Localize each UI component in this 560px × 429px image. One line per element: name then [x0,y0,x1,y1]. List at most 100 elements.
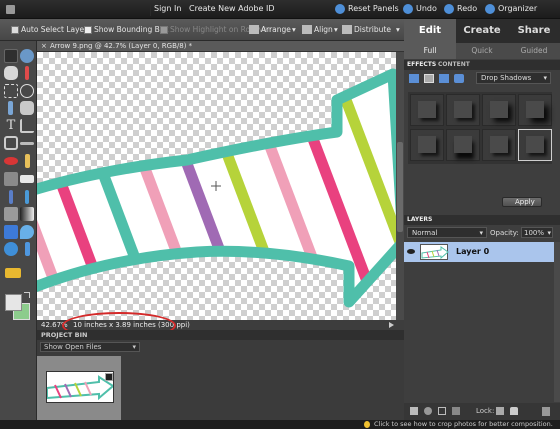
thumbnail-arrow [47,375,113,401]
subtab-guided[interactable]: Guided [508,43,560,59]
crop-tool-icon[interactable] [20,119,34,133]
smart-brush-tool-icon[interactable] [25,190,29,204]
apply-button[interactable]: Apply [502,197,542,207]
lock-label: Lock: [476,407,495,415]
redo-icon[interactable] [444,4,454,14]
create-adobe-id-link[interactable]: Create New Adobe ID [189,4,274,13]
eraser-tool-icon[interactable] [20,175,34,183]
distribute-icon[interactable] [342,25,352,34]
tab-content[interactable]: CONTENT [438,61,470,68]
tab-create[interactable]: Create [456,19,508,43]
tab-effects[interactable]: EFFECTS [407,61,436,68]
effect-thumb-3[interactable] [482,94,516,126]
tip-text[interactable]: Click to see how to crop photos for bett… [374,420,553,428]
mask-icon[interactable] [452,407,460,415]
blur-tool-icon[interactable] [20,225,34,239]
eyedropper-tool-icon[interactable] [25,66,29,80]
sign-in-link[interactable]: Sign In [154,4,181,13]
quick-selection-tool-icon[interactable] [20,101,34,115]
effect-thumb-8-selected[interactable] [518,129,552,161]
swap-colors-icon[interactable] [24,292,30,298]
layers-title: LAYERS [407,216,433,223]
highlight-rollover-checkbox[interactable] [160,26,168,34]
opacity-field[interactable]: 100% ▾ [521,227,553,238]
cookie-cutter-tool-icon[interactable] [4,136,18,150]
lasso-tool-icon[interactable] [20,84,34,98]
brush-tool-icon[interactable] [9,190,13,204]
effect-thumb-6[interactable] [446,129,480,161]
show-open-files-dropdown[interactable]: Show Open Files ▾ [40,342,140,352]
clone-stamp-tool-icon[interactable] [4,172,18,186]
straighten-tool-icon[interactable] [20,142,34,145]
document-tab[interactable]: × Arrow 9.png @ 42.7% (Layer 0, RGB/8) * [37,41,404,52]
effects-photo-icon[interactable] [439,74,449,83]
move-tool-icon[interactable] [4,49,18,63]
blend-mode-dropdown[interactable]: Normal ▾ [407,227,487,238]
type-tool-icon[interactable]: T [4,119,18,133]
layer-name[interactable]: Layer 0 [456,247,489,256]
visibility-eye-icon[interactable] [407,249,415,254]
gradient-tool-icon[interactable] [20,207,34,221]
subtab-quick[interactable]: Quick [456,43,508,59]
tool-options-bar: Auto Select Layer Show Bounding Box Show… [0,19,404,41]
tip-bar: Click to see how to crop photos for bett… [0,420,560,429]
healing-brush-tool-icon[interactable] [25,154,30,168]
effects-all-icon[interactable] [454,74,464,83]
organizer-icon[interactable] [485,4,495,14]
open-file-thumbnail[interactable] [46,371,114,403]
lock-transparent-icon[interactable] [496,407,504,415]
project-bin-header[interactable]: PROJECT BIN [37,330,404,340]
marquee-tool-icon[interactable] [4,84,18,98]
opacity-value: 100% [524,229,545,237]
close-document-icon[interactable]: × [41,42,47,50]
new-adjustment-layer-icon[interactable] [424,407,432,415]
undo-icon[interactable] [403,4,413,14]
red-eye-tool-icon[interactable] [4,157,18,165]
home-icon[interactable] [6,5,15,14]
align-icon[interactable] [302,25,312,34]
effect-thumb-7[interactable] [482,129,516,161]
status-arrow-icon[interactable] [389,322,394,328]
undo-button[interactable]: Undo [416,4,437,13]
effect-thumb-2[interactable] [446,94,480,126]
delete-layer-icon[interactable] [542,407,550,416]
new-layer-icon[interactable] [410,407,418,415]
paint-bucket-tool-icon[interactable] [4,207,18,221]
distribute-menu[interactable]: Distribute [354,25,391,34]
zoom-tool-icon[interactable] [20,49,34,63]
layers-scrollbar[interactable] [554,242,560,402]
auto-select-checkbox[interactable] [11,26,19,34]
tab-share[interactable]: Share [508,19,560,43]
bounding-box-checkbox[interactable] [84,26,92,34]
subtab-full[interactable]: Full [404,43,456,59]
arrange-icon[interactable] [249,25,259,34]
reset-panels-button[interactable]: Reset Panels [348,4,399,13]
organizer-button[interactable]: Organizer [498,4,537,13]
project-bin: Show Open Files ▾ [37,340,404,420]
scrollbar-thumb[interactable] [397,142,403,232]
link-layers-icon[interactable] [438,407,446,415]
vertical-scrollbar[interactable] [396,52,404,320]
layer-row[interactable]: Layer 0 [404,242,554,262]
foreground-color-swatch[interactable] [5,294,22,311]
sponge-tool-icon[interactable] [4,242,18,256]
layer-thumbnail [420,244,449,260]
effect-thumb-1[interactable] [410,94,444,126]
hand-tool-icon[interactable] [4,66,18,80]
effect-thumb-5[interactable] [410,129,444,161]
reset-panels-icon[interactable] [335,4,345,14]
magic-wand-tool-icon[interactable] [8,101,13,115]
effects-category-dropdown[interactable]: Drop Shadows ▾ [476,72,551,84]
image-canvas[interactable] [37,52,396,320]
layer-tool-icon[interactable] [5,268,21,278]
effects-filter-icon[interactable] [409,74,419,83]
pencil-tool-icon[interactable] [25,242,30,256]
lock-all-icon[interactable] [510,407,518,415]
arrange-menu[interactable]: Arrange [261,25,291,34]
redo-button[interactable]: Redo [457,4,477,13]
align-menu[interactable]: Align [314,25,333,34]
tab-edit[interactable]: Edit [404,19,456,43]
shape-tool-icon[interactable] [4,225,18,239]
effect-thumb-4[interactable] [518,94,552,126]
effects-style-icon[interactable] [424,74,434,83]
